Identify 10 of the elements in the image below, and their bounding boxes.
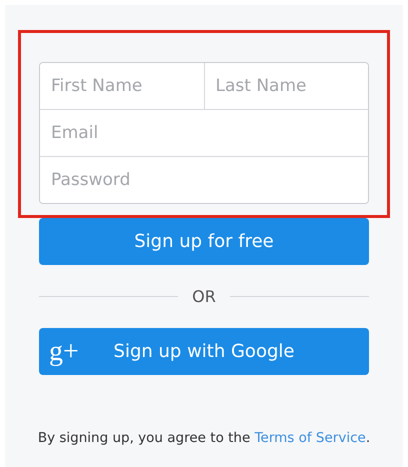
input-field[interactable]: Last Name — [204, 63, 368, 109]
input-field[interactable]: Password — [40, 156, 368, 203]
google-signup-button[interactable]: g+ Sign up with Google — [39, 328, 369, 375]
input-field[interactable]: First Name — [40, 63, 204, 109]
terms-text: By signing up, you agree to the Terms of Service. — [36, 430, 372, 446]
signup-button[interactable]: Sign up for free — [39, 218, 369, 265]
input-field[interactable]: Email — [40, 109, 368, 156]
google-plus-icon: g+ — [49, 338, 79, 366]
divider-label: OR — [192, 287, 216, 306]
terms-link[interactable]: Terms of Service — [254, 430, 366, 446]
